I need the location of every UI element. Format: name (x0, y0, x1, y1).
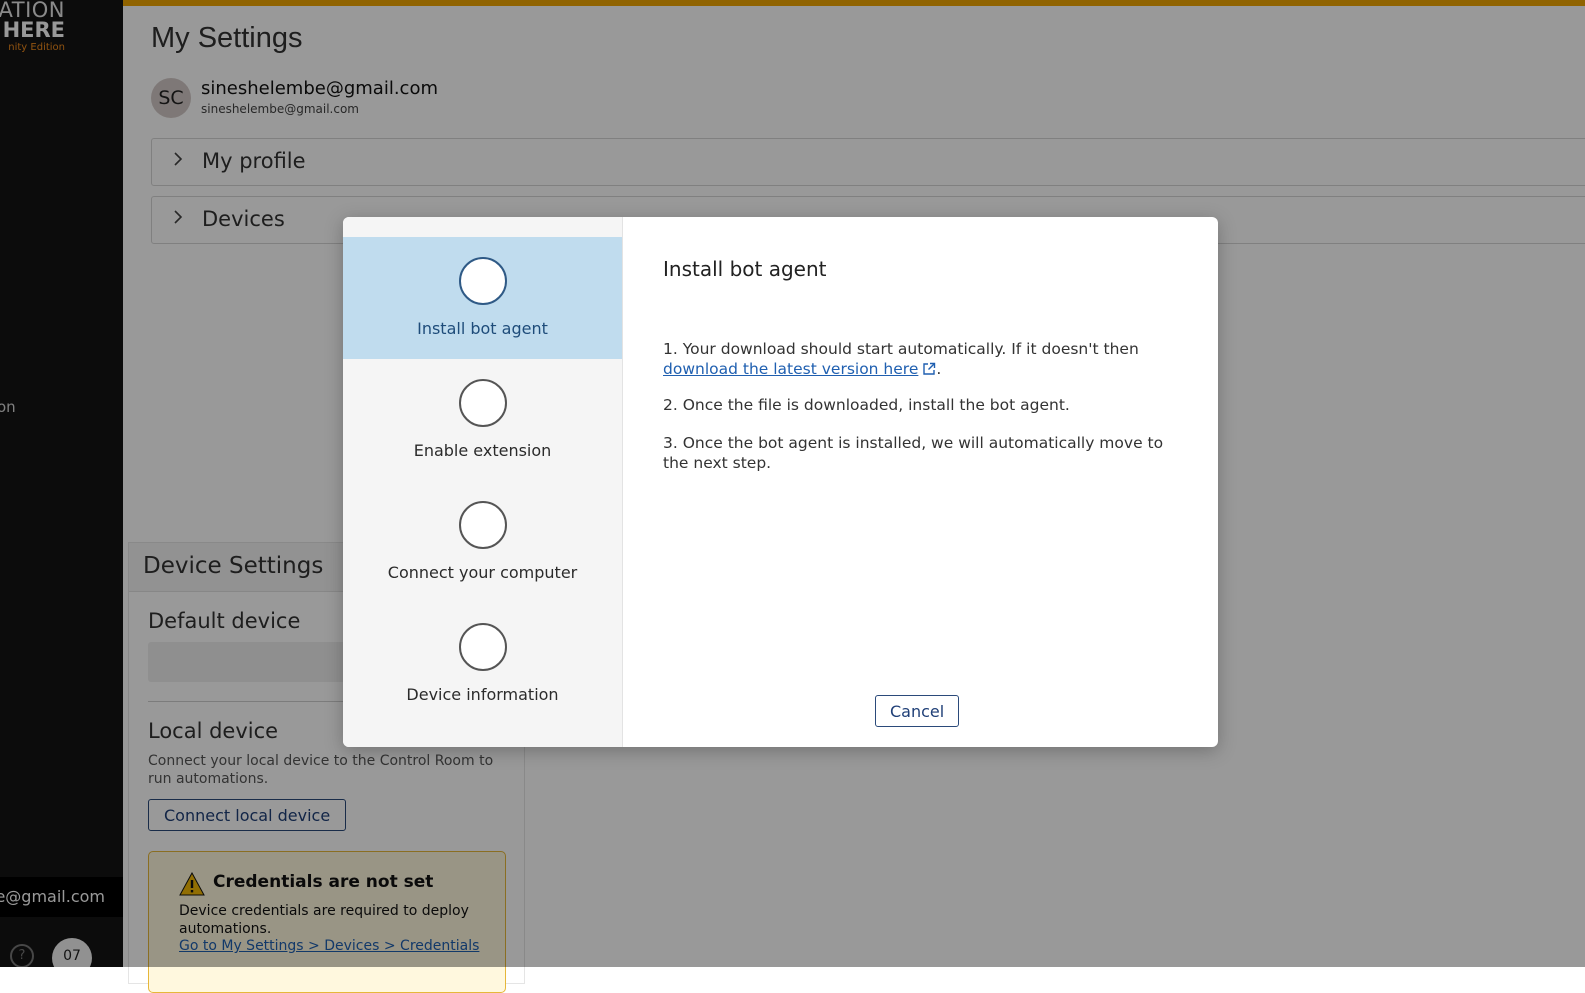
modal-title: Install bot agent (663, 257, 827, 281)
step-install-bot-agent[interactable]: Install bot agent (343, 237, 622, 359)
instruction-1: 1. Your download should start automatica… (663, 339, 1183, 381)
step-label: Device information (406, 685, 559, 704)
step-label: Enable extension (413, 441, 552, 460)
cancel-button[interactable]: Cancel (875, 695, 960, 727)
step-circle-icon (459, 257, 507, 305)
external-link-icon (922, 361, 936, 381)
step-label: Connect your computer (387, 563, 578, 582)
step-enable-extension[interactable]: Enable extension (343, 359, 622, 481)
download-link[interactable]: download the latest version here (663, 360, 918, 378)
step-circle-icon (459, 379, 507, 427)
instruction-1-text: 1. Your download should start automatica… (663, 340, 1139, 358)
wizard-content: Install bot agent 1. Your download shoul… (623, 217, 1218, 747)
step-circle-icon (459, 623, 507, 671)
wizard-steps: Install bot agent Enable extension Conne… (343, 217, 623, 747)
instruction-2: 2. Once the file is downloaded, install … (663, 396, 1070, 414)
step-circle-icon (459, 501, 507, 549)
instruction-1-suffix: . (936, 360, 942, 378)
install-wizard-modal: Install bot agent Enable extension Conne… (343, 217, 1218, 747)
step-connect-computer[interactable]: Connect your computer (343, 481, 622, 603)
step-label: Install bot agent (417, 319, 548, 338)
instruction-3: 3. Once the bot agent is installed, we w… (663, 434, 1164, 472)
step-device-information[interactable]: Device information (343, 603, 622, 725)
